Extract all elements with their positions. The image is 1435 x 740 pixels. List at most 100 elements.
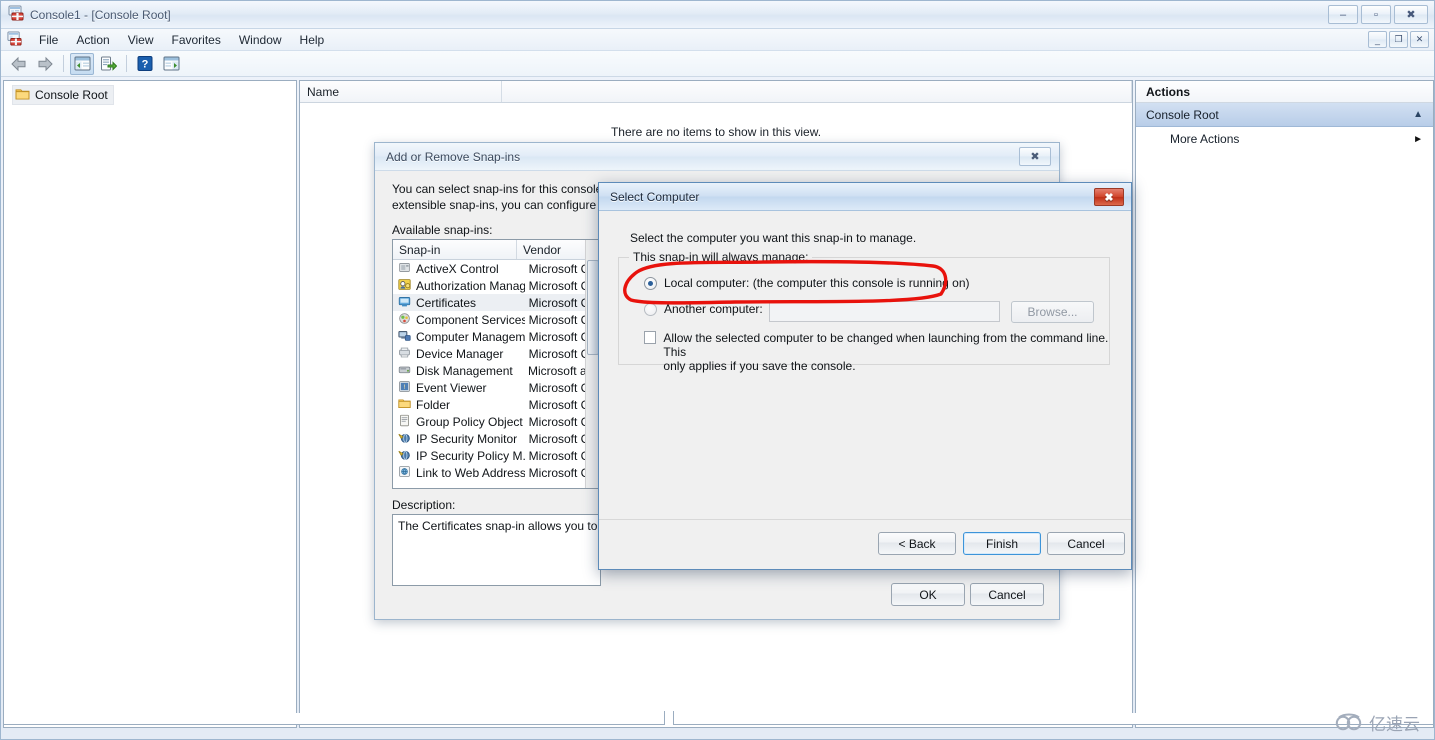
snapin-name-label: Event Viewer <box>416 380 487 395</box>
question-mark-icon: ? <box>137 56 153 71</box>
allow-change-checkbox[interactable] <box>644 331 657 344</box>
actions-group-console-root[interactable]: Console Root ▲ <box>1136 103 1433 127</box>
snapin-name-label: Component Services <box>416 312 525 327</box>
table-row[interactable]: Group Policy Object ... Microsoft Cor <box>393 413 600 430</box>
snapin-name-label: Certificates <box>416 295 477 310</box>
select-computer-title-bar[interactable]: Select Computer ✖ <box>599 183 1131 211</box>
snapin-name-label: Folder <box>416 397 451 412</box>
snapin-name-cell: Certificates <box>393 295 525 311</box>
snapin-name-cell: Component Services <box>393 312 525 328</box>
toolbar-separator-2 <box>126 55 127 72</box>
status-bar-splitter <box>664 711 674 725</box>
device-mgr-icon <box>399 347 410 357</box>
available-snapins-list[interactable]: Snap-in Vendor ActiveX Control Microsoft … <box>392 239 601 489</box>
mdi-close-button[interactable]: ✕ <box>1410 31 1429 48</box>
add-remove-cancel-button[interactable]: Cancel <box>970 583 1044 606</box>
description-box: The Certificates snap-in allows you to b… <box>392 514 601 586</box>
menu-item-window[interactable]: Window <box>230 31 291 49</box>
device-mgr-icon <box>398 346 411 362</box>
add-remove-ok-button[interactable]: OK <box>891 583 965 606</box>
browse-button[interactable]: Browse... <box>1011 301 1094 323</box>
table-row[interactable]: Disk Management Microsoft and <box>393 362 600 379</box>
select-computer-close-button[interactable]: ✖ <box>1094 188 1124 206</box>
snapin-name-label: Authorization Manager <box>416 278 525 293</box>
cloud-icon <box>1335 713 1362 731</box>
table-row[interactable]: Folder Microsoft Cor <box>393 396 600 413</box>
disk-mgmt-icon <box>398 363 411 379</box>
menu-item-help[interactable]: Help <box>291 31 334 49</box>
chevron-up-icon[interactable]: ▲ <box>1413 109 1423 120</box>
toolbar: ? <box>1 51 1434 77</box>
add-remove-dialog-close-button[interactable]: ✖ <box>1019 147 1051 166</box>
finish-button[interactable]: Finish <box>963 532 1041 555</box>
table-row[interactable]: Certificates Microsoft Cor <box>393 294 600 311</box>
table-row[interactable]: Component Services Microsoft Cor <box>393 311 600 328</box>
actions-group-label: Console Root <box>1146 107 1219 122</box>
mmc-console-icon-small <box>7 30 22 49</box>
table-row[interactable]: IP Security Monitor Microsoft Cor <box>393 430 600 447</box>
maximize-button[interactable]: ▫ <box>1361 5 1391 24</box>
back-button[interactable] <box>7 53 31 75</box>
snapin-name-label: Link to Web Address <box>416 465 525 480</box>
export-list-button[interactable] <box>96 53 120 75</box>
mmc-console-icon <box>8 5 24 24</box>
menu-item-favorites[interactable]: Favorites <box>163 31 230 49</box>
tree-item-console-root[interactable]: Console Root <box>12 85 114 105</box>
column-header-blank[interactable] <box>502 81 1132 102</box>
watermark-text: 亿速云 <box>1369 715 1420 734</box>
window-title: Console1 - [Console Root] <box>30 7 171 22</box>
snapin-name-cell: ! Event Viewer <box>393 380 525 396</box>
back-button-dialog[interactable]: < Back <box>878 532 956 555</box>
menu-item-action[interactable]: Action <box>67 31 118 49</box>
menu-item-file[interactable]: File <box>30 31 67 49</box>
local-computer-option[interactable]: Local computer: (the computer this conso… <box>644 276 970 290</box>
column-header-name[interactable]: Name <box>300 81 502 102</box>
table-row[interactable]: ActiveX Control Microsoft Cor <box>393 260 600 277</box>
snapin-name-label: IP Security Policy M... <box>416 448 525 463</box>
event-viewer-icon: ! <box>398 380 411 396</box>
allow-change-label-line-2: only applies if you save the console. <box>663 359 856 373</box>
mdi-minimize-button[interactable]: _ <box>1368 31 1387 48</box>
another-computer-radio[interactable] <box>644 302 657 316</box>
forward-arrow-icon <box>38 56 53 71</box>
table-row[interactable]: IP Security Policy M... Microsoft Cor <box>393 447 600 464</box>
minimize-button[interactable]: – <box>1328 5 1358 24</box>
forward-button[interactable] <box>33 53 57 75</box>
snapin-name-label: Device Manager <box>416 346 504 361</box>
watermark: 亿速云 <box>1334 710 1420 735</box>
action-item-more-actions[interactable]: More Actions ► <box>1136 127 1433 151</box>
table-row[interactable]: Authorization ManagerMicrosoft Cor <box>393 277 600 294</box>
another-computer-input[interactable] <box>769 301 1000 322</box>
status-bar <box>3 711 1434 725</box>
snapin-name-label: IP Security Monitor <box>416 431 518 446</box>
table-row[interactable]: Device Manager Microsoft Cor <box>393 345 600 362</box>
ipsec-policy-icon <box>398 450 410 460</box>
close-button[interactable]: ✖ <box>1394 5 1428 24</box>
snapin-name-cell: Folder <box>393 397 525 413</box>
table-row[interactable]: Computer Managem... Microsoft Cor <box>393 328 600 345</box>
disk-mgmt-icon <box>398 366 411 373</box>
table-row[interactable]: ! Event Viewer Microsoft Cor <box>393 379 600 396</box>
add-remove-dialog-title-bar[interactable]: Add or Remove Snap-ins ✖ <box>375 143 1059 171</box>
select-computer-cancel-button[interactable]: Cancel <box>1047 532 1125 555</box>
menu-item-view[interactable]: View <box>119 31 163 49</box>
local-computer-radio[interactable] <box>644 276 657 290</box>
table-row[interactable]: Link to Web Address Microsoft Cor <box>393 464 600 481</box>
folder-icon <box>15 87 30 103</box>
help-button[interactable]: ? <box>133 53 157 75</box>
mdi-restore-button[interactable]: ❐ <box>1389 31 1408 48</box>
authmgr-icon <box>398 278 411 294</box>
mdi-child-controls: _ ❐ ✕ <box>1368 31 1429 48</box>
activex-icon <box>399 262 410 272</box>
back-arrow-icon <box>11 56 26 71</box>
export-list-icon <box>100 56 117 71</box>
show-hide-action-pane-button[interactable] <box>159 53 183 75</box>
another-computer-option[interactable]: Another computer: <box>644 302 763 316</box>
list-column-snapin[interactable]: Snap-in <box>393 240 517 259</box>
snapin-name-cell: IP Security Policy M... <box>393 448 525 464</box>
submenu-arrow-icon: ► <box>1413 133 1423 145</box>
show-hide-console-tree-button[interactable] <box>70 52 94 75</box>
snapin-name-label: Group Policy Object ... <box>416 414 525 429</box>
toolbar-separator-1 <box>63 55 64 72</box>
allow-change-checkbox-row[interactable]: Allow the selected computer to be change… <box>644 331 1109 373</box>
